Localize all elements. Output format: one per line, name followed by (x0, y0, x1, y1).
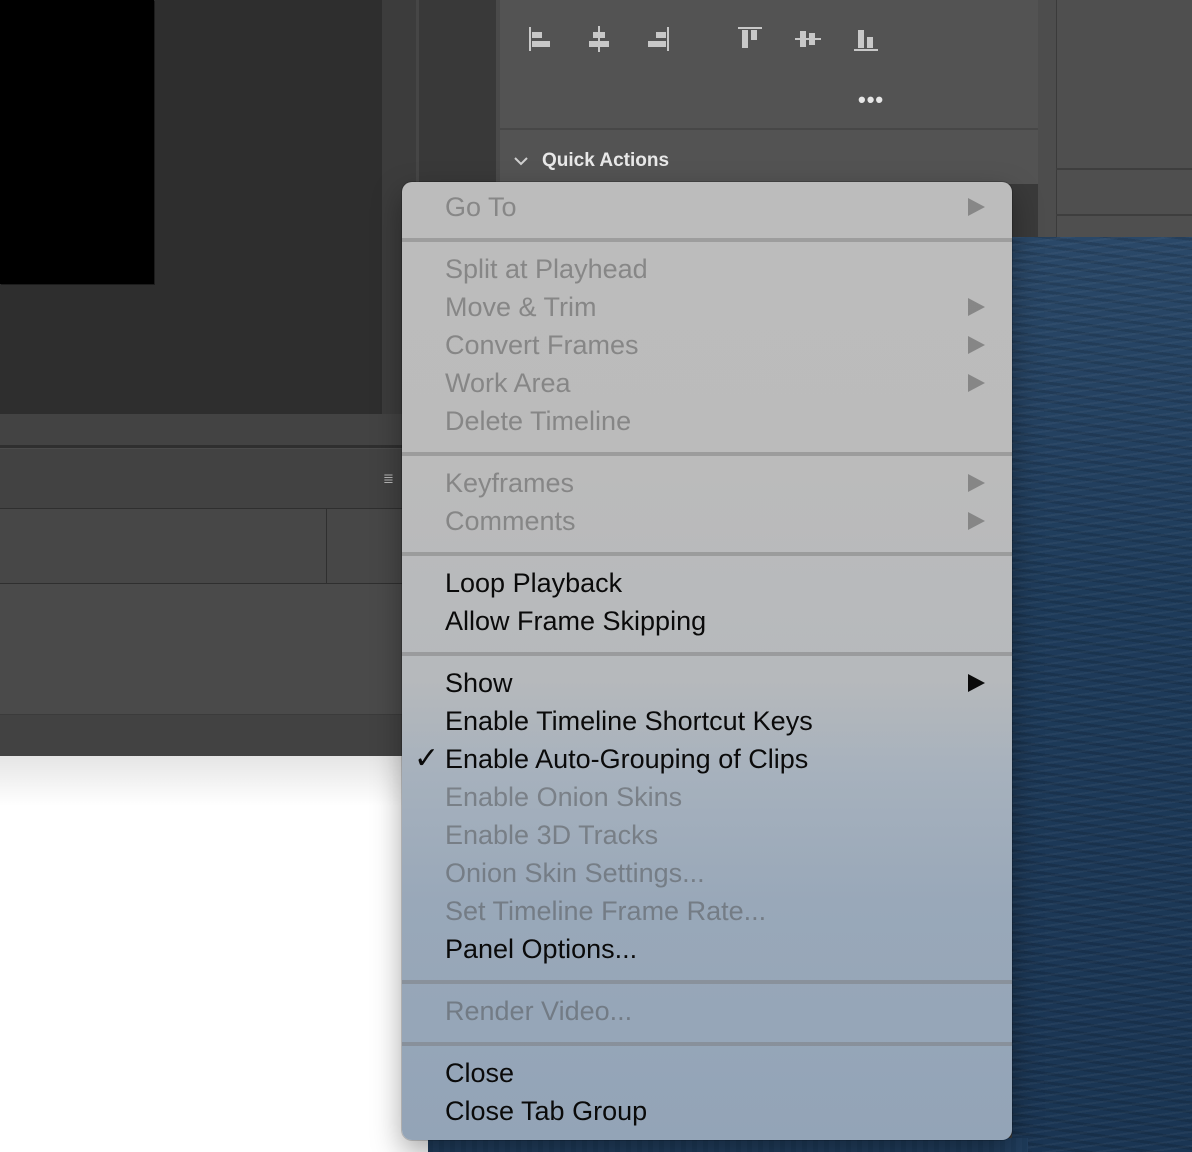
menu-item-label: Onion Skin Settings... (445, 858, 705, 888)
menu-item-work-area[interactable]: Work Area (402, 364, 1012, 402)
menu-item-go-to[interactable]: Go To (402, 188, 1012, 226)
properties-panel (500, 0, 1038, 128)
submenu-arrow-icon (968, 336, 985, 354)
menu-separator (402, 552, 1012, 556)
menu-item-enable-auto-grouping-of-clips[interactable]: ✓ Enable Auto-Grouping of Clips (402, 740, 1012, 778)
menu-item-show[interactable]: Show (402, 664, 1012, 702)
menu-item-enable-onion-skins[interactable]: Enable Onion Skins (402, 778, 1012, 816)
menu-item-label: Enable 3D Tracks (445, 820, 659, 850)
menu-separator (402, 238, 1012, 242)
menu-item-label: Set Timeline Frame Rate... (445, 896, 767, 926)
align-horizontal-centers-icon[interactable] (584, 24, 614, 54)
menu-separator (402, 452, 1012, 456)
align-vertical-centers-icon[interactable] (793, 24, 823, 54)
menu-item-keyframes[interactable]: Keyframes (402, 464, 1012, 502)
menu-item-enable-timeline-shortcut-keys[interactable]: Enable Timeline Shortcut Keys (402, 702, 1012, 740)
align-bottom-edges-icon[interactable] (851, 24, 881, 54)
panel-shadow (0, 756, 428, 806)
menu-item-close-tab-group[interactable]: Close Tab Group (402, 1092, 1012, 1130)
menu-separator (402, 652, 1012, 656)
timeline-body (0, 584, 402, 714)
canvas-image (0, 0, 154, 284)
chevron-down-icon[interactable] (513, 153, 529, 169)
menu-item-label: Render Video... (445, 996, 633, 1026)
menu-item-label: Move & Trim (445, 292, 597, 322)
timeline-panel-context-menu: Go To Split at Playhead Move & Trim Conv… (402, 182, 1012, 1140)
menu-item-label: Enable Timeline Shortcut Keys (445, 706, 813, 736)
menu-item-split-at-playhead[interactable]: Split at Playhead (402, 250, 1012, 288)
menu-item-label: Close (445, 1058, 515, 1088)
menu-item-close[interactable]: Close (402, 1054, 1012, 1092)
panel-gutter (419, 0, 497, 184)
menu-item-label: Close Tab Group (445, 1096, 648, 1126)
menu-item-label: Split at Playhead (445, 254, 648, 284)
menu-item-label: Enable Auto-Grouping of Clips (445, 744, 809, 774)
timeline-row-divider (326, 509, 327, 583)
panel-divider (1056, 168, 1192, 170)
menu-item-label: Keyframes (445, 468, 575, 498)
menu-item-comments[interactable]: Comments (402, 502, 1012, 540)
menu-item-label: Show (445, 668, 513, 698)
submenu-arrow-icon (968, 474, 985, 492)
submenu-arrow-icon (968, 198, 985, 216)
submenu-arrow-icon (968, 512, 985, 530)
menu-item-label: Go To (445, 192, 517, 222)
timeline-panel-header (0, 448, 402, 508)
panel-menu-icon[interactable]: ≣ (383, 472, 401, 486)
white-document-area (0, 756, 428, 1152)
menu-item-panel-options[interactable]: Panel Options... (402, 930, 1012, 968)
menu-item-label: Work Area (445, 368, 571, 398)
menu-separator (402, 980, 1012, 984)
menu-item-allow-frame-skipping[interactable]: Allow Frame Skipping (402, 602, 1012, 640)
timeline-footer (0, 714, 402, 756)
align-top-edges-icon[interactable] (735, 24, 765, 54)
menu-item-loop-playback[interactable]: Loop Playback (402, 564, 1012, 602)
ocean-photo-edge (428, 1138, 1028, 1152)
menu-item-render-video[interactable]: Render Video... (402, 992, 1012, 1030)
menu-item-enable-3d-tracks[interactable]: Enable 3D Tracks (402, 816, 1012, 854)
ocean-photo (1012, 237, 1192, 1152)
menu-separator (402, 1042, 1012, 1046)
submenu-arrow-icon (968, 374, 985, 392)
submenu-arrow-icon (968, 674, 985, 692)
checkmark-icon: ✓ (414, 742, 440, 775)
menu-item-label: Enable Onion Skins (445, 782, 683, 812)
panel-divider (1056, 214, 1192, 216)
menu-item-label: Allow Frame Skipping (445, 606, 707, 636)
align-left-edges-icon[interactable] (526, 24, 556, 54)
menu-item-label: Panel Options... (445, 934, 638, 964)
more-options-icon[interactable]: ••• (858, 89, 890, 111)
timeline-scrollbar[interactable] (0, 414, 402, 446)
timeline-track-row[interactable] (0, 508, 402, 584)
menu-item-set-timeline-frame-rate[interactable]: Set Timeline Frame Rate... (402, 892, 1012, 930)
menu-item-onion-skin-settings[interactable]: Onion Skin Settings... (402, 854, 1012, 892)
menu-item-delete-timeline[interactable]: Delete Timeline (402, 402, 1012, 440)
menu-item-move-trim[interactable]: Move & Trim (402, 288, 1012, 326)
menu-item-label: Delete Timeline (445, 406, 632, 436)
align-right-edges-icon[interactable] (642, 24, 672, 54)
menu-item-label: Loop Playback (445, 568, 623, 598)
quick-actions-title: Quick Actions (542, 150, 670, 171)
menu-item-label: Convert Frames (445, 330, 639, 360)
submenu-arrow-icon (968, 298, 985, 316)
menu-item-label: Comments (445, 506, 576, 536)
side-panel (1056, 0, 1192, 237)
menu-item-convert-frames[interactable]: Convert Frames (402, 326, 1012, 364)
